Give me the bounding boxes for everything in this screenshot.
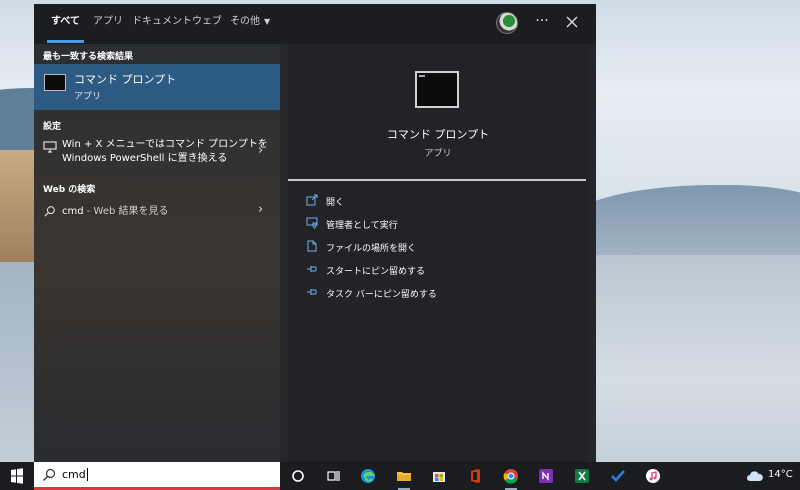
result-detail-pane: コマンド プロンプト アプリ 開く 管理者として実行 ファイルの場所を開く スタ… [288,44,588,462]
result-title: コマンド プロンプト [74,73,177,86]
tab-label: アプリ [93,16,123,27]
todo-icon[interactable] [603,462,633,490]
tab-label: ドキュメント [132,16,192,27]
cortana-icon[interactable] [283,462,313,490]
onenote-icon[interactable] [531,462,561,490]
excel-icon [575,469,589,483]
chevron-right-icon[interactable]: › [258,143,263,158]
file-explorer-icon[interactable] [389,462,419,490]
taskbar: cmd 14°C [0,462,800,490]
taskbar-search-box[interactable]: cmd [34,462,280,490]
monitor-icon [43,141,57,153]
weather-widget[interactable]: 14°C [746,468,796,484]
search-tab-bar: すべて アプリ ドキュメント ウェブ その他 ▼ ··· [34,4,596,44]
detail-subtitle: アプリ [424,149,452,159]
search-input[interactable]: cmd [62,468,88,481]
microsoft-store-icon [433,472,445,482]
settings-result-line2: Windows PowerShell に置き換える [62,153,228,164]
itunes-icon[interactable] [638,462,668,490]
edge-icon[interactable] [353,462,383,490]
onenote-icon [539,469,553,483]
office-icon [471,469,480,483]
search-panel: すべて アプリ ドキュメント ウェブ その他 ▼ ··· 最も一致する検索結果 コ… [34,4,596,462]
search-icon [43,468,56,481]
task-view-icon [327,471,340,481]
cloud-icon [747,471,763,481]
microsoft-store-icon[interactable] [424,462,454,490]
settings-heading: 設定 [43,122,62,132]
web-search-query: cmd [62,206,84,217]
open-icon [306,194,318,206]
admin-shield-icon [306,217,318,229]
best-match-result[interactable]: コマンド プロンプト アプリ [34,64,280,110]
avatar[interactable] [496,12,518,34]
more-options-icon[interactable]: ··· [534,14,550,31]
results-list: 最も一致する検索結果 コマンド プロンプト アプリ 設定 Win + X メニュ… [34,44,280,462]
file-location-icon [307,240,317,252]
tab-documents[interactable]: ドキュメント [132,4,192,44]
tab-label: ウェブ [192,16,222,27]
search-icon [44,206,55,217]
action-label: 開く [326,198,345,208]
chrome-icon [503,469,518,484]
office-icon[interactable] [460,462,490,490]
action-label: ファイルの場所を開く [326,244,417,254]
excel-icon[interactable] [567,462,597,490]
action-label: 管理者として実行 [326,221,398,231]
tab-web[interactable]: ウェブ [192,4,222,44]
command-prompt-icon [415,71,459,108]
tab-apps[interactable]: アプリ [93,4,123,44]
web-search-suffix: - Web 結果を見る [83,206,169,217]
tab-more[interactable]: その他 ▼ [230,4,270,44]
tab-label: すべて [51,16,80,27]
action-label: スタートにピン留めする [326,267,426,277]
temperature-text: 14°C [768,469,793,480]
web-search-result[interactable]: cmd - Web 結果を見る › [34,202,280,222]
task-view-icon[interactable] [318,462,348,490]
itunes-icon [646,469,660,483]
command-prompt-icon [44,74,66,91]
web-search-heading: Web の検索 [43,185,96,195]
tab-all[interactable]: すべて [47,4,84,44]
detail-title: コマンド プロンプト [386,128,490,141]
edge-icon [361,469,375,483]
action-label: タスク バーにピン留めする [326,290,437,300]
caret-down-icon: ▼ [264,17,271,26]
cortana-icon [292,470,304,482]
best-match-heading: 最も一致する検索結果 [43,52,134,62]
chrome-icon[interactable] [496,462,526,490]
settings-result-line1: Win + X メニューではコマンド プロンプトを [62,139,268,150]
pin-icon [307,266,317,272]
web-search-text: cmd - Web 結果を見る [62,205,169,219]
chevron-right-icon[interactable]: › [258,202,263,217]
windows-start-icon[interactable] [0,462,34,490]
tab-label: その他 [230,16,260,27]
close-icon[interactable] [564,14,580,30]
file-explorer-icon [397,472,411,481]
todo-icon [611,470,625,482]
wallpaper-lake [590,255,800,462]
settings-result[interactable]: Win + X メニューではコマンド プロンプトを Windows PowerS… [34,136,280,172]
pin-icon [307,289,317,295]
result-subtitle: アプリ [74,92,102,102]
divider [288,179,586,181]
